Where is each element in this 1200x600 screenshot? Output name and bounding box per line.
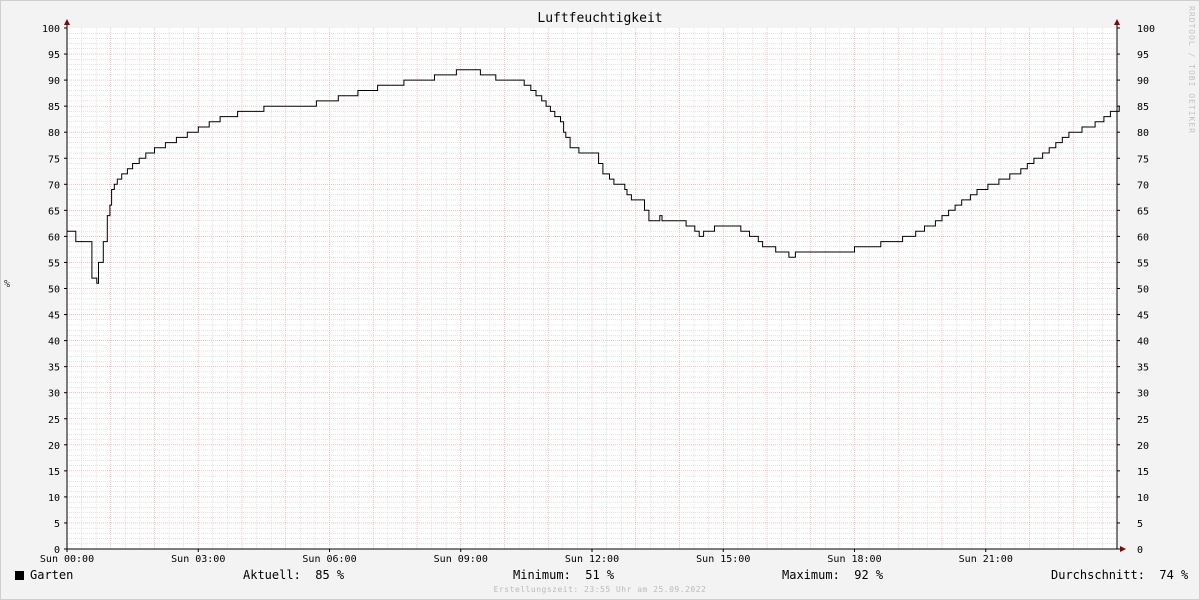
legend-maximum: Maximum: 92 % [782,568,883,582]
x-tick-label: Sun 06:00 [302,554,356,565]
y-axis-arrow-right [1114,19,1120,25]
x-axis-arrow [1120,546,1126,552]
y-tick-label-right: 100 [1137,24,1155,35]
legend-max-value: 92 % [854,568,884,582]
y-tick-label-right: 75 [1137,154,1149,165]
x-tick-label: Sun 18:00 [827,554,881,565]
y-tick-label-right: 90 [1137,76,1149,87]
y-tick-label-right: 40 [1137,337,1149,348]
legend-avg-label: Durchschnitt: [1051,568,1145,582]
humidity-chart: 0 05 510 1015 1520 2025 2530 3035 3540 4045 4550 50… [40,19,1155,565]
y-tick-label-right: 80 [1137,128,1149,139]
y-tick-label-right: 0 [1137,545,1143,556]
y-tick-label-right: 25 [1137,415,1149,426]
y-axis-arrow-left [64,19,70,25]
y-tick-label-right: 20 [1137,441,1149,452]
y-tick-label-right: 45 [1137,311,1149,322]
y-tick-label-right: 60 [1137,232,1149,243]
y-tick-label-left: 15 [48,467,60,478]
y-tick-label-right: 50 [1137,285,1149,296]
y-tick-label-left: 10 [48,493,60,504]
y-tick-label-right: 95 [1137,50,1149,61]
y-tick-label-left: 40 [48,337,60,348]
legend-minimum: Minimum: 51 % [513,568,614,582]
y-tick-label-right: 55 [1137,258,1149,269]
x-tick-label: Sun 03:00 [171,554,225,565]
y-tick-label-left: 55 [48,258,60,269]
legend-series: Garten [15,568,73,582]
y-tick-label-right: 15 [1137,467,1149,478]
y-tick-label-left: 25 [48,415,60,426]
y-tick-label-left: 30 [48,389,60,400]
y-tick-label-left: 50 [48,285,60,296]
legend-current: Aktuell: 85 % [243,568,344,582]
y-tick-label-left: 95 [48,50,60,61]
legend-swatch [15,571,24,580]
y-tick-label-right: 30 [1137,389,1149,400]
y-tick-label-left: 60 [48,232,60,243]
y-tick-label-right: 35 [1137,363,1149,374]
y-tick-label-left: 5 [54,519,60,530]
y-tick-label-right: 85 [1137,102,1149,113]
legend-average: Durchschnitt: 74 % [1051,568,1188,582]
y-tick-label-left: 85 [48,102,60,113]
x-tick-label: Sun 00:00 [40,554,94,565]
y-tick-label-left: 65 [48,206,60,217]
x-tick-label: Sun 21:00 [959,554,1013,565]
legend-min-label: Minimum: [513,568,571,582]
legend-current-value: 85 % [315,568,345,582]
y-tick-label-right: 10 [1137,493,1149,504]
legend-avg-value: 74 % [1159,568,1189,582]
y-tick-label-left: 90 [48,76,60,87]
y-tick-label-left: 70 [48,180,60,191]
y-tick-label-left: 80 [48,128,60,139]
legend-current-label: Aktuell: [243,568,301,582]
x-tick-label: Sun 09:00 [434,554,488,565]
x-tick-label: Sun 15:00 [696,554,750,565]
y-tick-label-right: 5 [1137,519,1143,530]
x-tick-label: Sun 12:00 [565,554,619,565]
legend-series-name: Garten [30,568,74,582]
y-tick-label-left: 100 [42,24,60,35]
creation-timestamp: Erstellungszeit: 23:55 Uhr am 25.09.2022 [493,585,707,594]
legend-min-value: 51 % [585,568,615,582]
y-tick-label-right: 65 [1137,206,1149,217]
y-tick-label-left: 20 [48,441,60,452]
y-tick-label-left: 75 [48,154,60,165]
y-tick-label-left: 45 [48,311,60,322]
y-tick-label-right: 70 [1137,180,1149,191]
legend-max-label: Maximum: [782,568,840,582]
y-tick-label-left: 35 [48,363,60,374]
